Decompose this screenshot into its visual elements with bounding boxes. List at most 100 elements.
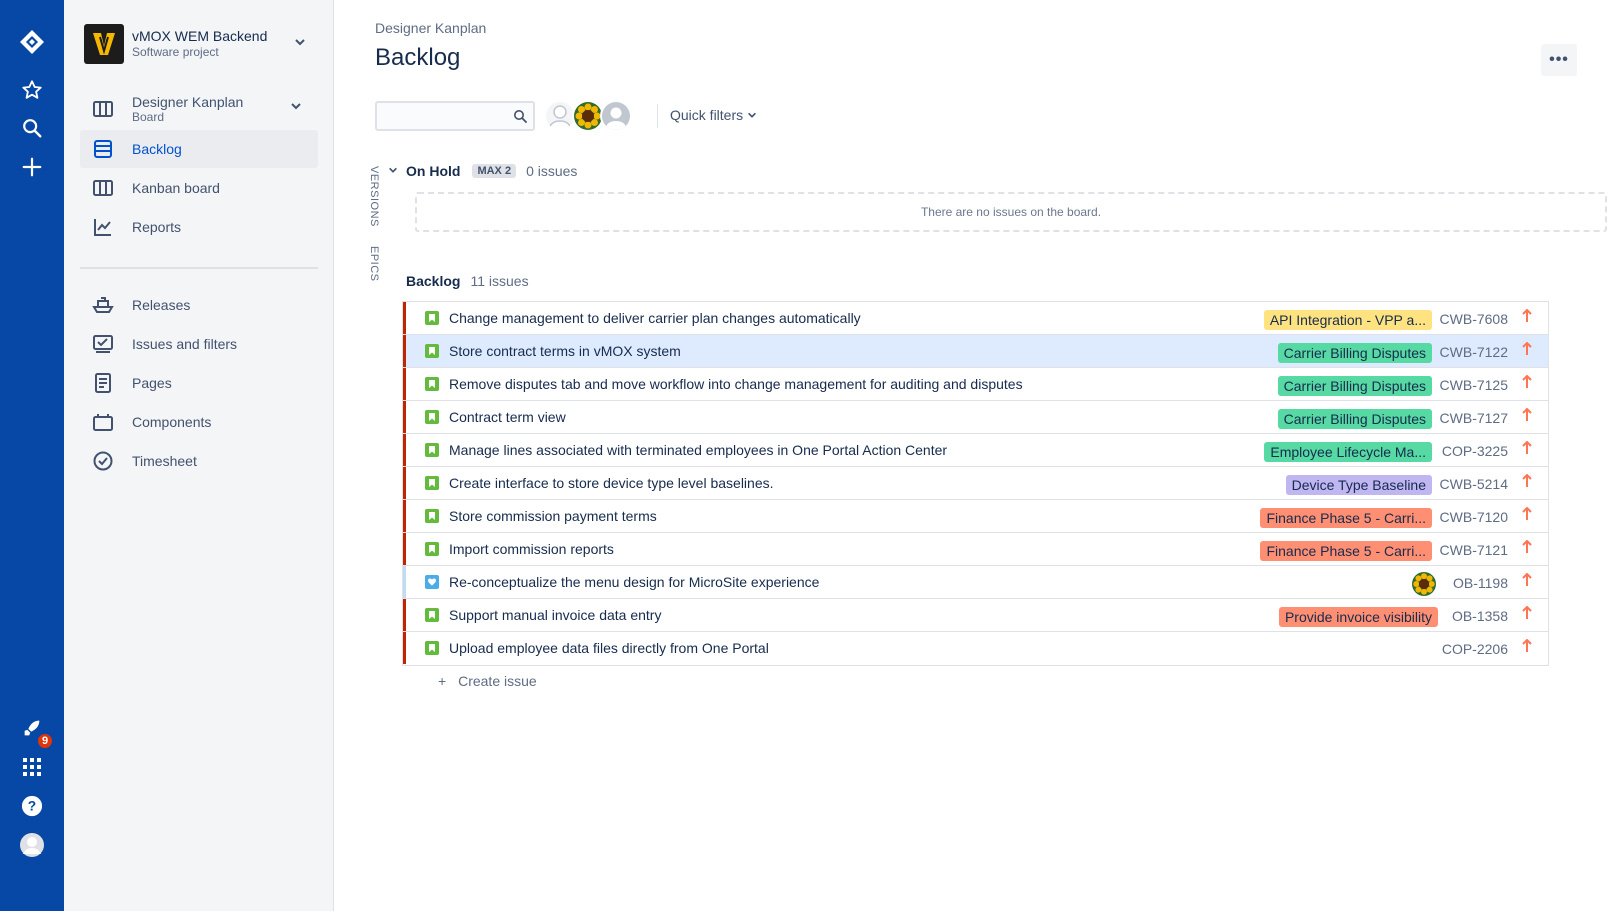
priority-high-icon xyxy=(1522,539,1532,557)
board-selector[interactable]: Designer Kanplan Board xyxy=(80,90,318,130)
issue-row[interactable]: Manage lines associated with terminated … xyxy=(403,434,1548,467)
story-icon xyxy=(425,509,439,523)
project-name: vMOX WEM Backend xyxy=(132,28,268,44)
board-name: Designer Kanplan xyxy=(132,94,244,110)
priority-high-icon xyxy=(1522,473,1532,491)
issue-key[interactable]: COP-3225 xyxy=(1442,443,1508,459)
help-icon[interactable]: ? xyxy=(16,790,48,822)
priority-high-icon xyxy=(1522,341,1532,359)
issue-key[interactable]: CWB-7608 xyxy=(1440,311,1508,327)
tab-versions[interactable]: VERSIONS xyxy=(368,166,380,227)
epic-lozenge[interactable]: API Integration - VPP a... xyxy=(1263,310,1432,330)
chevron-down-icon[interactable] xyxy=(388,162,398,180)
issue-key[interactable]: CWB-5214 xyxy=(1440,476,1508,492)
user-avatar[interactable] xyxy=(600,100,632,132)
epic-lozenge[interactable]: Carrier Billing Disputes xyxy=(1277,343,1432,363)
star-icon[interactable] xyxy=(16,74,48,106)
epic-lozenge[interactable]: Device Type Baseline xyxy=(1285,475,1432,495)
rank-bar[interactable] xyxy=(403,302,406,334)
rank-bar[interactable] xyxy=(403,533,406,565)
on-hold-header[interactable]: On Hold MAX 2 0 issues xyxy=(388,161,577,181)
search-icon[interactable] xyxy=(16,112,48,144)
story-icon xyxy=(425,608,439,622)
create-issue-label: Create issue xyxy=(458,673,537,689)
rank-bar[interactable] xyxy=(403,566,406,598)
issue-summary: Manage lines associated with terminated … xyxy=(449,442,948,458)
tab-epics[interactable]: EPICS xyxy=(368,246,380,282)
issue-row[interactable]: Store contract terms in vMOX system CWB-7… xyxy=(403,335,1548,368)
sidebar-item-pages[interactable]: Pages xyxy=(80,364,318,402)
story-icon xyxy=(425,311,439,325)
story-icon xyxy=(425,641,439,655)
sidebar-item-reports[interactable]: Reports xyxy=(80,208,318,246)
profile-avatar-icon[interactable] xyxy=(16,829,48,861)
story-icon xyxy=(425,344,439,358)
rank-bar[interactable] xyxy=(403,401,406,433)
plus-icon: + xyxy=(438,673,447,689)
backlog-header: Backlog 11 issues xyxy=(406,273,529,289)
priority-high-icon xyxy=(1522,638,1532,656)
sidebar-item-components[interactable]: Components xyxy=(80,403,318,441)
issue-summary: Store contract terms in vMOX system xyxy=(449,343,681,359)
rank-bar[interactable] xyxy=(403,632,406,664)
issue-summary: Create interface to store device type le… xyxy=(449,475,774,491)
issue-row[interactable]: Upload employee data files directly from… xyxy=(403,632,1548,665)
rank-bar[interactable] xyxy=(403,500,406,532)
epic-lozenge[interactable]: Provide invoice visibility xyxy=(1278,607,1438,627)
sidebar-item-timesheet[interactable]: Timesheet xyxy=(80,442,318,480)
issue-key[interactable]: OB-1358 xyxy=(1452,608,1508,624)
issue-key[interactable]: CWB-7122 xyxy=(1440,344,1508,360)
issue-row[interactable]: Change management to deliver carrier pla… xyxy=(403,302,1548,335)
more-actions-button[interactable]: ••• xyxy=(1541,44,1577,76)
issue-row[interactable]: Remove disputes tab and move workflow in… xyxy=(403,368,1548,401)
issue-key[interactable]: CWB-7120 xyxy=(1440,509,1508,525)
epic-lozenge[interactable]: Finance Phase 5 - Carri... xyxy=(1260,508,1432,528)
assignee-avatar[interactable] xyxy=(1412,572,1436,596)
rank-bar[interactable] xyxy=(403,467,406,499)
chevron-down-icon[interactable] xyxy=(294,36,306,51)
quick-filters-dropdown[interactable]: Quick filters xyxy=(670,107,757,123)
epic-lozenge[interactable]: Employee Lifecycle Ma... xyxy=(1264,442,1432,462)
breadcrumb[interactable]: Designer Kanplan xyxy=(375,20,486,36)
story-icon xyxy=(425,443,439,457)
sidebar-divider xyxy=(80,267,318,269)
issue-row[interactable]: Contract term view CWB-7127 Carrier Billin… xyxy=(403,401,1548,434)
app-switcher-icon[interactable] xyxy=(16,751,48,783)
rank-bar[interactable] xyxy=(403,368,406,400)
sidebar-item-issues-and-filters[interactable]: Issues and filters xyxy=(80,325,318,363)
issue-key[interactable]: CWB-7125 xyxy=(1440,377,1508,393)
epic-lozenge[interactable]: Carrier Billing Disputes xyxy=(1277,376,1432,396)
issue-row[interactable]: Support manual invoice data entry OB-1358… xyxy=(403,599,1548,632)
issue-key[interactable]: CWB-7121 xyxy=(1440,542,1508,558)
rank-bar[interactable] xyxy=(403,599,406,631)
sidebar-item-kanban-board[interactable]: Kanban board xyxy=(80,169,318,207)
priority-high-icon xyxy=(1522,440,1532,458)
create-issue-button[interactable]: + Create issue xyxy=(438,673,537,689)
main-content: Designer Kanplan Backlog ••• Quick filte… xyxy=(334,0,1615,911)
jira-logo-icon[interactable] xyxy=(16,26,48,58)
rank-bar[interactable] xyxy=(403,335,406,367)
chevron-down-icon[interactable] xyxy=(290,100,302,115)
check-circle-icon xyxy=(92,450,114,472)
issue-row[interactable]: Create interface to store device type le… xyxy=(403,467,1548,500)
epic-lozenge[interactable]: Carrier Billing Disputes xyxy=(1277,409,1432,429)
rank-bar[interactable] xyxy=(403,434,406,466)
issue-key[interactable]: CWB-7127 xyxy=(1440,410,1508,426)
issue-row[interactable]: Re-conceptualize the menu design for Mic… xyxy=(403,566,1548,599)
issue-row[interactable]: Import commission reports CWB-7121 Finance… xyxy=(403,533,1548,566)
sidebar-item-releases[interactable]: Releases xyxy=(80,286,318,324)
plus-icon[interactable] xyxy=(16,151,48,183)
project-header[interactable]: vMOX WEM Backend Software project xyxy=(84,24,324,64)
issue-row[interactable]: Store commission payment terms CWB-7120 Fi… xyxy=(403,500,1548,533)
story-icon xyxy=(425,377,439,391)
issue-key[interactable]: OB-1198 xyxy=(1453,575,1508,591)
issue-summary: Change management to deliver carrier pla… xyxy=(449,310,861,326)
reports-icon xyxy=(92,216,114,238)
issue-key[interactable]: COP-2206 xyxy=(1442,641,1508,657)
priority-high-icon xyxy=(1522,506,1532,524)
search-input[interactable] xyxy=(377,103,507,129)
project-logo xyxy=(84,24,124,64)
sidebar-item-backlog[interactable]: Backlog xyxy=(80,130,318,168)
epic-lozenge[interactable]: Finance Phase 5 - Carri... xyxy=(1260,541,1432,561)
search-field[interactable] xyxy=(375,101,535,131)
